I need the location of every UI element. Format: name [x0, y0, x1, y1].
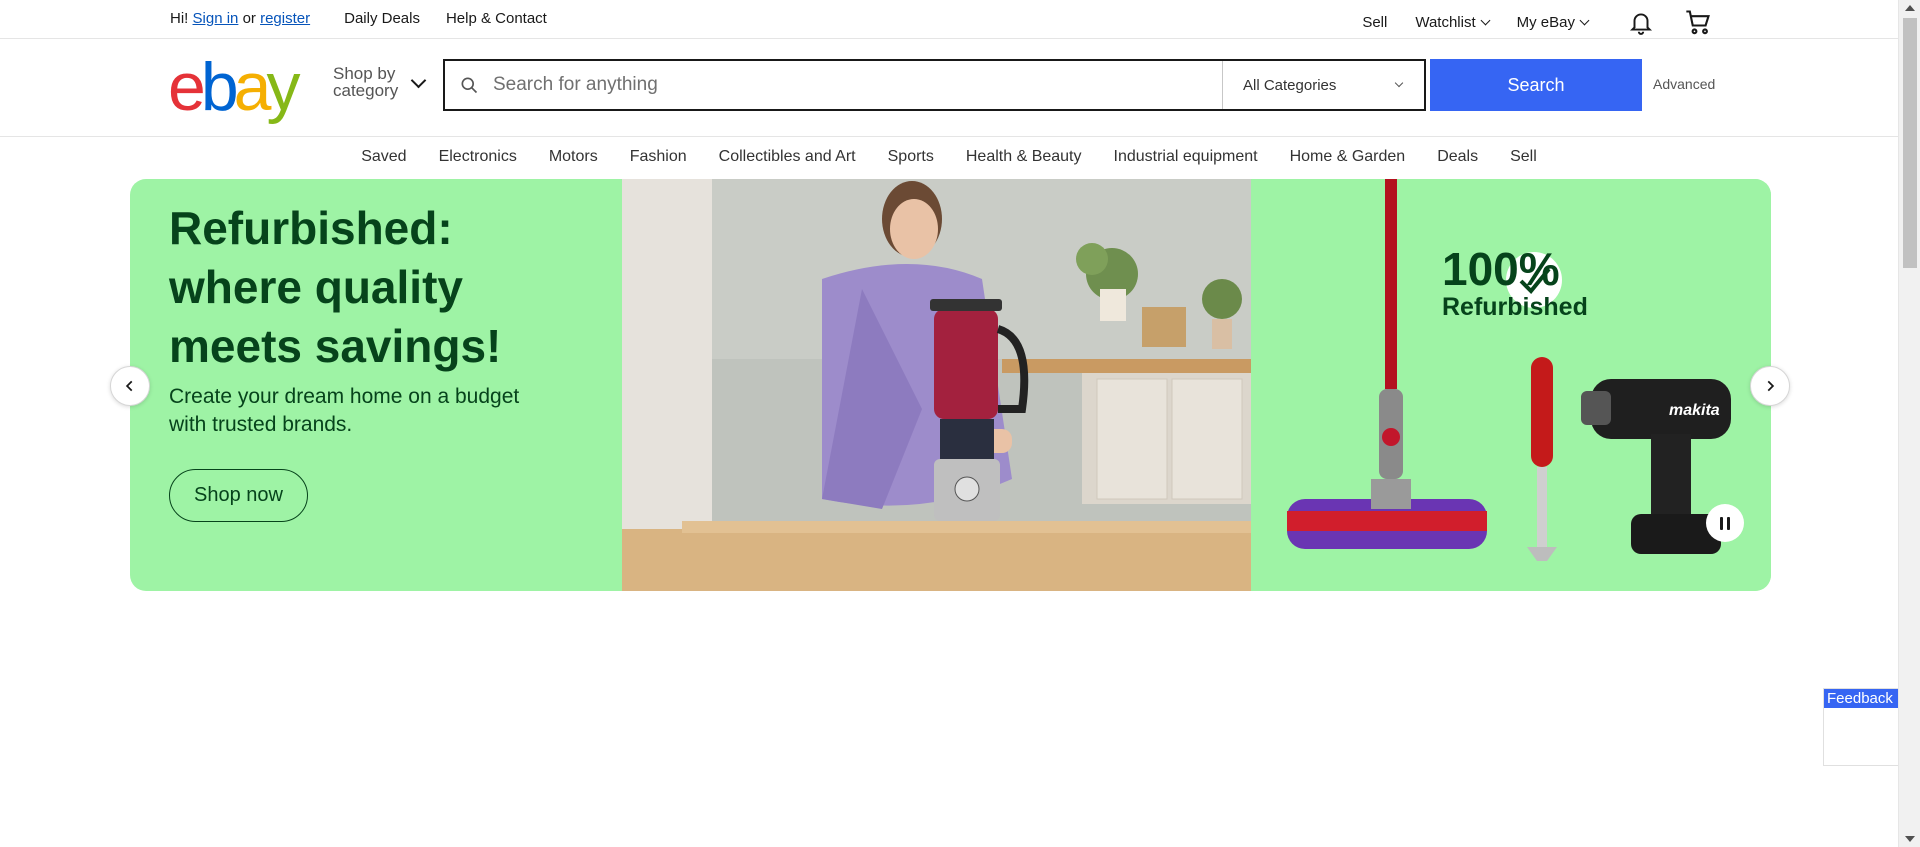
category-select[interactable]: All Categories	[1222, 61, 1424, 109]
main-header: ebay Shop by category All Categories Sea…	[0, 39, 1898, 137]
carousel-prev-button[interactable]	[110, 366, 150, 406]
shop-now-button[interactable]: Shop now	[169, 469, 308, 522]
chevron-down-icon	[1480, 15, 1491, 25]
hero-subtext: Create your dream home on a budget with …	[169, 385, 520, 436]
my-ebay-label: My eBay	[1516, 13, 1575, 31]
notification-bell-icon[interactable]	[1628, 9, 1654, 35]
top-right-links: Sell Watchlist My eBay	[1334, 8, 1712, 36]
badge-percent: 100%	[1442, 243, 1560, 295]
nav-health-beauty[interactable]: Health & Beauty	[966, 148, 1082, 166]
my-ebay-dropdown[interactable]: My eBay	[1516, 13, 1590, 31]
feedback-widget[interactable]: Feedback	[1823, 688, 1900, 766]
ebay-logo[interactable]: ebay	[168, 53, 300, 121]
watchlist-dropdown[interactable]: Watchlist	[1415, 13, 1491, 31]
page-scrollbar[interactable]	[1898, 0, 1920, 847]
search-icon	[445, 61, 493, 109]
top-utility-bar: Hi! Sign in or register Daily Deals Help…	[0, 0, 1898, 39]
hero-headline: Refurbished: where quality meets savings…	[169, 202, 502, 372]
daily-deals-link[interactable]: Daily Deals	[344, 10, 420, 27]
carousel-next-button[interactable]	[1750, 366, 1790, 406]
category-nav: Saved Electronics Motors Fashion Collect…	[0, 148, 1898, 166]
or-text: or	[242, 10, 256, 27]
nav-home-garden[interactable]: Home & Garden	[1290, 148, 1406, 166]
help-contact-link[interactable]: Help & Contact	[446, 10, 547, 27]
advanced-search-link[interactable]: Advanced	[1653, 76, 1715, 92]
feedback-label: Feedback	[1824, 689, 1899, 708]
nav-deals[interactable]: Deals	[1437, 148, 1478, 166]
search-bar: All Categories	[443, 59, 1426, 111]
chevron-right-icon	[1767, 380, 1775, 392]
nav-electronics[interactable]: Electronics	[439, 148, 517, 166]
nav-sell[interactable]: Sell	[1510, 148, 1537, 166]
nav-motors[interactable]: Motors	[549, 148, 598, 166]
nav-industrial-equipment[interactable]: Industrial equipment	[1114, 148, 1258, 166]
watchlist-label: Watchlist	[1415, 13, 1476, 31]
shop-by-line2: category	[333, 81, 399, 100]
nav-saved[interactable]: Saved	[361, 148, 406, 166]
scrollbar-thumb[interactable]	[1903, 18, 1917, 268]
nav-fashion[interactable]: Fashion	[630, 148, 687, 166]
pause-icon[interactable]	[1706, 504, 1744, 542]
search-input[interactable]	[493, 61, 1222, 109]
hero-banner[interactable]: Refurbished: where quality meets savings…	[130, 179, 1771, 591]
badge-label: Refurbished	[1442, 293, 1588, 321]
refurbished-badge: 100% Refurbished	[1442, 245, 1588, 321]
refurbished-products-image: makita	[1251, 179, 1771, 591]
kitchen-blender-photo	[622, 179, 1251, 591]
shop-by-line1: Shop by	[333, 64, 396, 83]
chevron-left-icon	[125, 380, 133, 392]
nav-collectibles-art[interactable]: Collectibles and Art	[719, 148, 856, 166]
scroll-up-icon[interactable]	[1905, 5, 1915, 11]
scroll-down-icon[interactable]	[1905, 836, 1915, 842]
sell-link[interactable]: Sell	[1362, 14, 1387, 31]
shop-by-category-button[interactable]: Shop by category	[333, 65, 398, 99]
sign-in-link[interactable]: Sign in	[193, 10, 239, 27]
search-button[interactable]: Search	[1430, 59, 1642, 111]
category-select-value: All Categories	[1243, 76, 1337, 94]
cart-icon[interactable]	[1684, 8, 1712, 36]
drill-brand-label: makita	[1669, 402, 1720, 419]
chevron-down-icon	[1394, 78, 1404, 88]
greeting-text: Hi!	[170, 10, 189, 27]
chevron-down-icon[interactable]	[410, 72, 427, 89]
register-link[interactable]: register	[260, 10, 310, 27]
top-left-links: Hi! Sign in or register Daily Deals Help…	[170, 10, 573, 27]
nav-sports[interactable]: Sports	[888, 148, 934, 166]
chevron-down-icon	[1579, 15, 1590, 25]
